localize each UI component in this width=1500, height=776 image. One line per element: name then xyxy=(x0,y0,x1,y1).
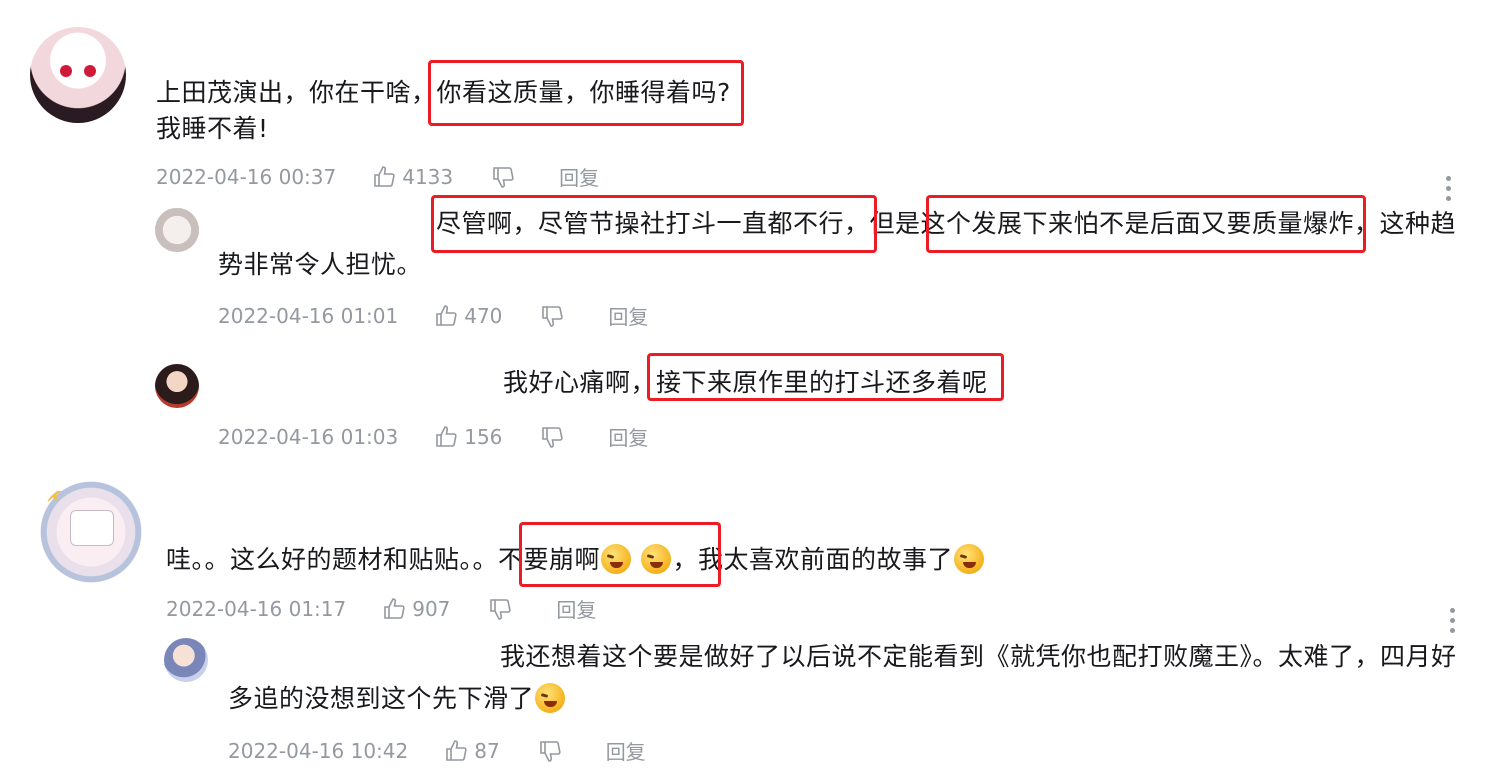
crying-laughing-emoji xyxy=(953,544,984,574)
avatar[interactable] xyxy=(36,480,146,584)
thumbs-down-icon xyxy=(490,598,512,620)
like-count: 4133 xyxy=(402,164,454,189)
thumbs-down-icon xyxy=(539,740,561,762)
thumbs-down-icon xyxy=(493,166,514,188)
reply-meta: 2022-04-16 01:03 156 回复 xyxy=(218,422,648,451)
dislike-button[interactable] xyxy=(540,304,564,328)
timestamp: 2022-04-16 01:03 xyxy=(218,424,399,449)
reply-button[interactable]: 回复 xyxy=(608,422,648,451)
comment-meta: 2022-04-16 00:37 4133 回复 xyxy=(156,162,599,191)
reply-meta: 2022-04-16 01:01 470 回复 xyxy=(218,301,648,330)
timestamp: 2022-04-16 01:01 xyxy=(218,303,399,328)
highlight-box xyxy=(926,195,1366,253)
thumbs-up-icon xyxy=(436,304,457,326)
dislike-button[interactable] xyxy=(491,165,515,189)
highlight-box xyxy=(428,60,744,126)
dislike-button[interactable] xyxy=(488,597,512,621)
dislike-button[interactable] xyxy=(538,739,562,763)
reply-text-line2: 多追的没想到这个先下滑了 xyxy=(228,682,566,716)
reply-button[interactable]: 回复 xyxy=(606,736,646,765)
reply-text-line2: 势非常令人担忧。 xyxy=(218,250,423,279)
like-button[interactable]: 470 xyxy=(434,304,502,328)
like-count: 156 xyxy=(464,424,503,449)
timestamp: 2022-04-16 01:17 xyxy=(166,596,347,621)
more-vertical-icon[interactable] xyxy=(1446,176,1452,206)
like-count: 470 xyxy=(464,303,503,328)
highlight-box xyxy=(647,353,1004,401)
like-button[interactable]: 4133 xyxy=(372,165,453,189)
like-button[interactable]: 907 xyxy=(382,597,450,621)
like-button[interactable]: 87 xyxy=(444,738,500,763)
like-count: 907 xyxy=(412,596,451,621)
thumbs-down-icon xyxy=(542,305,564,327)
avatar[interactable] xyxy=(164,638,208,682)
reply-button[interactable]: 回复 xyxy=(608,301,648,330)
like-button[interactable]: 156 xyxy=(434,425,502,449)
thumbs-up-icon xyxy=(446,739,467,761)
thumbs-up-icon xyxy=(374,165,395,187)
dislike-button[interactable] xyxy=(540,425,564,449)
highlight-box xyxy=(519,522,721,587)
crying-laughing-emoji xyxy=(535,683,566,713)
reply-button[interactable]: 回复 xyxy=(556,594,596,623)
thumbs-up-icon xyxy=(436,425,457,447)
avatar[interactable] xyxy=(30,27,126,123)
reply-button[interactable]: 回复 xyxy=(559,162,599,191)
thumbs-down-icon xyxy=(542,426,564,448)
timestamp: 2022-04-16 00:37 xyxy=(156,164,337,189)
comment-text-line2: 我睡不着! xyxy=(156,114,269,143)
avatar[interactable] xyxy=(155,364,199,408)
reply-meta: 2022-04-16 10:42 87 回复 xyxy=(228,736,646,765)
comment-meta: 2022-04-16 01:17 907 回复 xyxy=(166,594,596,623)
timestamp: 2022-04-16 10:42 xyxy=(228,738,409,763)
more-vertical-icon[interactable] xyxy=(1450,608,1456,638)
reply-text: 我还想着这个要是做好了以后说不定能看到《就凭你也配打败魔王》。太难了，四月好 xyxy=(500,642,1457,671)
like-count: 87 xyxy=(474,738,500,763)
thumbs-up-icon xyxy=(384,597,405,619)
highlight-box xyxy=(431,195,877,253)
avatar[interactable] xyxy=(155,208,199,252)
